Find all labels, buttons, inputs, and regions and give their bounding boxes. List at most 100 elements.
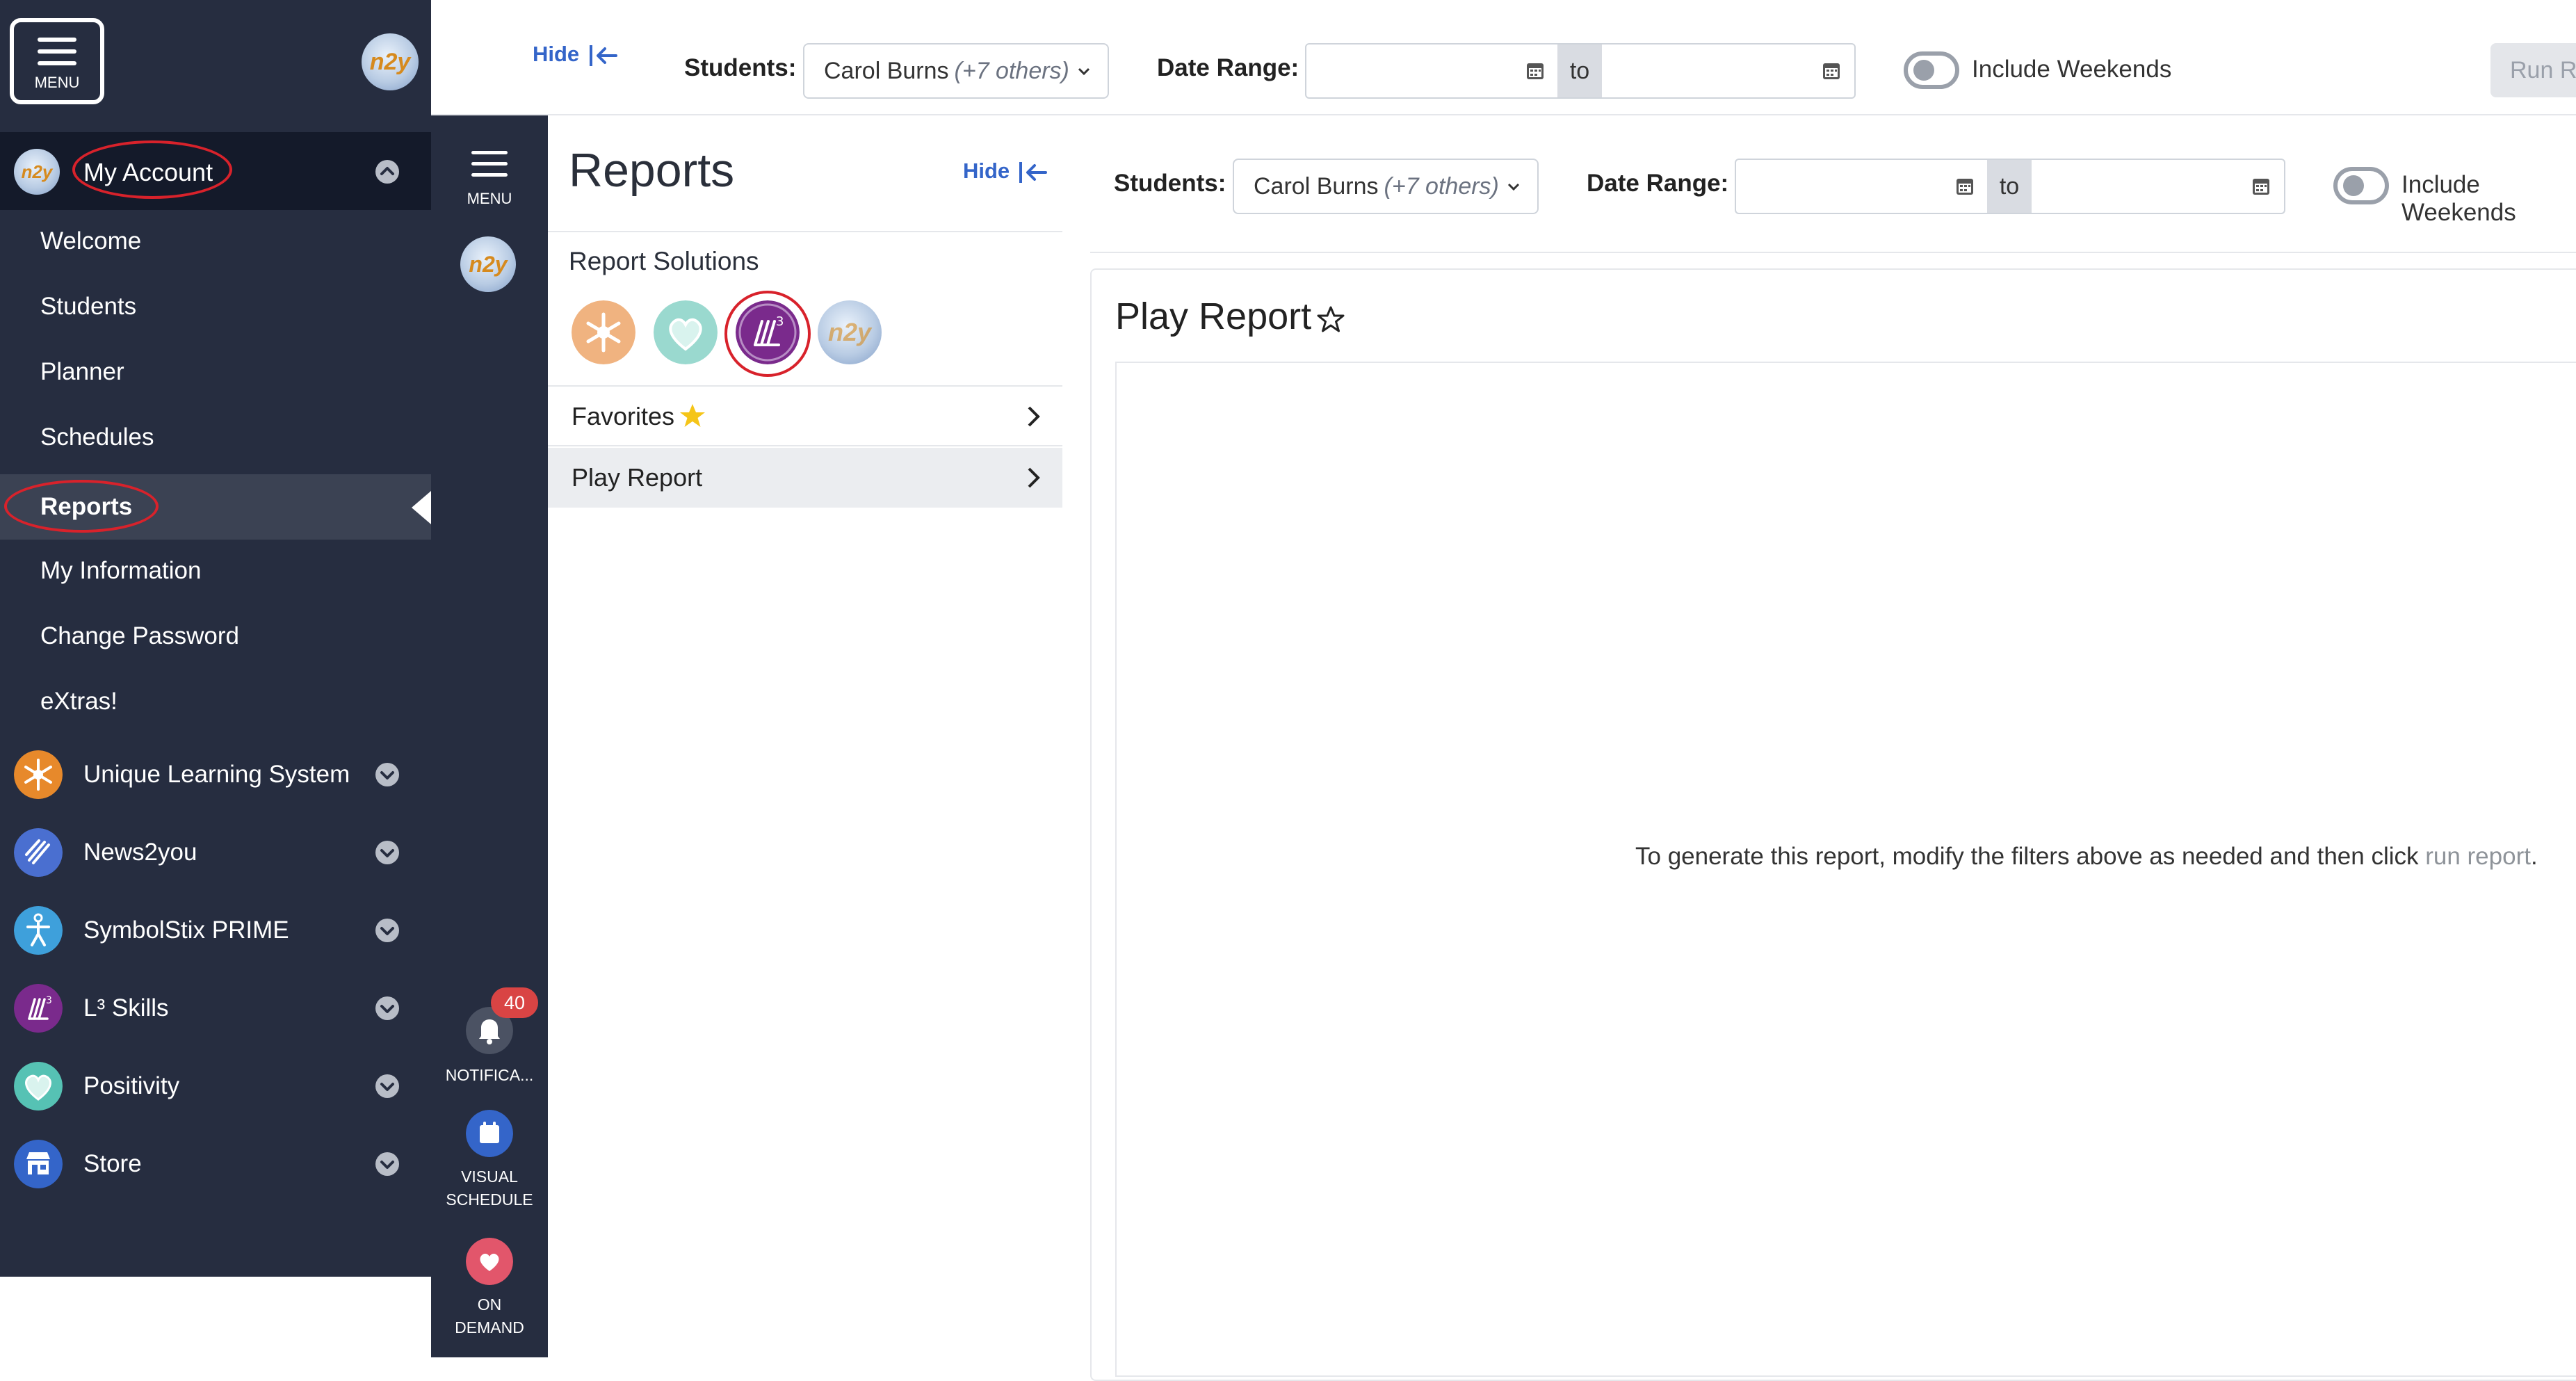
chevron-up-icon[interactable] — [374, 159, 400, 185]
chevron-down-icon[interactable] — [374, 1073, 400, 1099]
run-report-link[interactable]: run report — [2425, 843, 2531, 870]
calendar-schedule-icon — [466, 1110, 513, 1157]
highlight-oval-l3-solution — [724, 291, 811, 377]
reports-panel — [548, 115, 1062, 1357]
n2y-logo-icon: n2y — [369, 48, 411, 75]
play-report-row[interactable]: Play Report — [548, 448, 1062, 508]
include-weekends-label: Include Weekends — [1972, 56, 2172, 83]
rail-menu-button[interactable]: MENU — [431, 143, 548, 212]
hide-label: Hide — [963, 159, 1010, 183]
nav-item-change-password[interactable]: Change Password — [0, 604, 431, 669]
heart-icon — [466, 1238, 513, 1285]
app-label: L³ Skills — [83, 994, 169, 1021]
message-suffix: . — [2530, 843, 2538, 870]
nav-item-students[interactable]: Students — [0, 274, 431, 339]
nav-item-extras[interactable]: eXtras! — [0, 669, 431, 734]
chevron-down-icon[interactable] — [374, 995, 400, 1021]
nav-item-planner[interactable]: Planner — [0, 339, 431, 405]
date-to-input[interactable] — [2033, 160, 2242, 213]
divider — [548, 231, 1071, 232]
chevron-down-icon[interactable] — [374, 839, 400, 866]
divider — [1090, 252, 2576, 253]
rail-ondemand-line2: DEMAND — [455, 1318, 524, 1336]
snowflake-icon — [14, 750, 63, 799]
chevron-right-icon — [1028, 467, 1040, 488]
rail-menu-label: MENU — [467, 190, 512, 207]
include-weekends-label: Include Weekends — [2401, 171, 2516, 226]
rail-visual-line2: SCHEDULE — [446, 1190, 533, 1209]
students-select[interactable]: Carol Burns (+7 others) — [1233, 159, 1539, 214]
notifications-count-badge: 40 — [491, 987, 538, 1018]
l3-skills-icon: 3 — [14, 984, 63, 1033]
nav-item-label: Welcome — [40, 227, 142, 255]
user-avatar[interactable]: n2y — [362, 33, 419, 90]
favorites-label: Favorites — [572, 402, 675, 430]
nav-item-label: My Information — [40, 557, 202, 584]
solution-uls-snowflake-icon[interactable] — [572, 300, 635, 364]
n2y-logo-icon: n2y — [469, 251, 508, 277]
highlight-oval-reports — [4, 480, 159, 533]
solution-positivity-heart-icon[interactable] — [654, 300, 718, 364]
report-title: Play Report — [1115, 296, 1312, 337]
app-row-news2you[interactable]: News2you — [0, 814, 431, 891]
app-label: News2you — [83, 839, 197, 866]
storefront-icon — [14, 1140, 63, 1188]
chevron-down-icon — [1078, 67, 1089, 76]
date-from-input[interactable] — [1306, 45, 1515, 97]
star-filled-icon — [680, 404, 705, 427]
n2y-logo-icon: n2y — [827, 318, 872, 346]
date-range-separator: to — [1557, 45, 1602, 97]
collapse-arrow-icon[interactable] — [1018, 160, 1050, 185]
include-weekends-toggle[interactable] — [1904, 51, 1959, 89]
rail-visual-schedule[interactable]: VISUAL SCHEDULE — [431, 1110, 548, 1221]
rail-on-demand[interactable]: ON DEMAND — [431, 1238, 548, 1349]
rail-notifications-label: NOTIFICA... — [445, 1066, 534, 1084]
chevron-down-icon[interactable] — [374, 761, 400, 788]
report-empty-message: To generate this report, modify the filt… — [1635, 843, 2538, 871]
person-figure-icon — [14, 906, 63, 955]
nav-item-label: eXtras! — [40, 688, 118, 715]
favorites-row[interactable]: Favorites — [548, 387, 1062, 446]
nav-item-schedules[interactable]: Schedules — [0, 405, 431, 470]
panel-hide-link[interactable]: Hide — [963, 159, 1010, 184]
app-row-positivity[interactable]: Positivity — [0, 1047, 431, 1125]
include-weekends-toggle[interactable] — [2333, 167, 2389, 204]
app-row-unique-learning-system[interactable]: Unique Learning System — [0, 736, 431, 814]
drawer-menu-button[interactable]: MENU — [10, 18, 104, 104]
chevron-down-icon — [1507, 183, 1519, 191]
app-row-store[interactable]: Store — [0, 1125, 431, 1203]
app-row-symbolstix-prime[interactable]: SymbolStix PRIME — [0, 891, 431, 969]
play-report-label: Play Report — [572, 463, 703, 492]
newspaper-icon — [14, 828, 63, 877]
nav-item-welcome[interactable]: Welcome — [0, 209, 431, 274]
app-row-l3-skills[interactable]: 3 L³ Skills — [0, 969, 431, 1047]
panel-title: Reports — [569, 144, 735, 197]
chevron-down-icon[interactable] — [374, 1151, 400, 1177]
menu-button-label: MENU — [34, 74, 80, 91]
students-filter-label: Students: — [1114, 170, 1226, 197]
calendar-icon[interactable] — [1525, 60, 1545, 81]
solution-n2y-icon[interactable]: n2y — [818, 300, 882, 364]
favorite-star-outline-icon[interactable] — [1315, 305, 1346, 335]
calendar-icon[interactable] — [1822, 60, 1841, 81]
date-from-input[interactable] — [1736, 160, 1945, 213]
toggle-knob — [1913, 60, 1934, 81]
nav-item-label: Schedules — [40, 423, 154, 451]
date-to-input[interactable] — [1603, 45, 1812, 97]
collapse-arrow-icon[interactable] — [588, 43, 620, 68]
chevron-down-icon[interactable] — [374, 917, 400, 944]
my-account-avatar: n2y — [14, 149, 60, 195]
students-select[interactable]: Carol Burns (+7 others) — [803, 43, 1109, 99]
app-label: Unique Learning System — [83, 761, 350, 788]
rail-avatar[interactable]: n2y — [460, 236, 516, 292]
nav-item-my-information[interactable]: My Information — [0, 538, 431, 604]
calendar-icon[interactable] — [1955, 175, 1975, 196]
nav-item-label: Change Password — [40, 622, 239, 649]
calendar-icon[interactable] — [2251, 175, 2271, 196]
svg-text:3: 3 — [46, 995, 52, 1006]
top-hide-link[interactable]: Hide — [533, 42, 579, 67]
heart-icon — [14, 1062, 63, 1111]
highlight-oval-my-account — [72, 140, 232, 199]
run-report-button[interactable]: Run Re — [2490, 43, 2576, 97]
rail-visual-line1: VISUAL — [461, 1168, 518, 1186]
